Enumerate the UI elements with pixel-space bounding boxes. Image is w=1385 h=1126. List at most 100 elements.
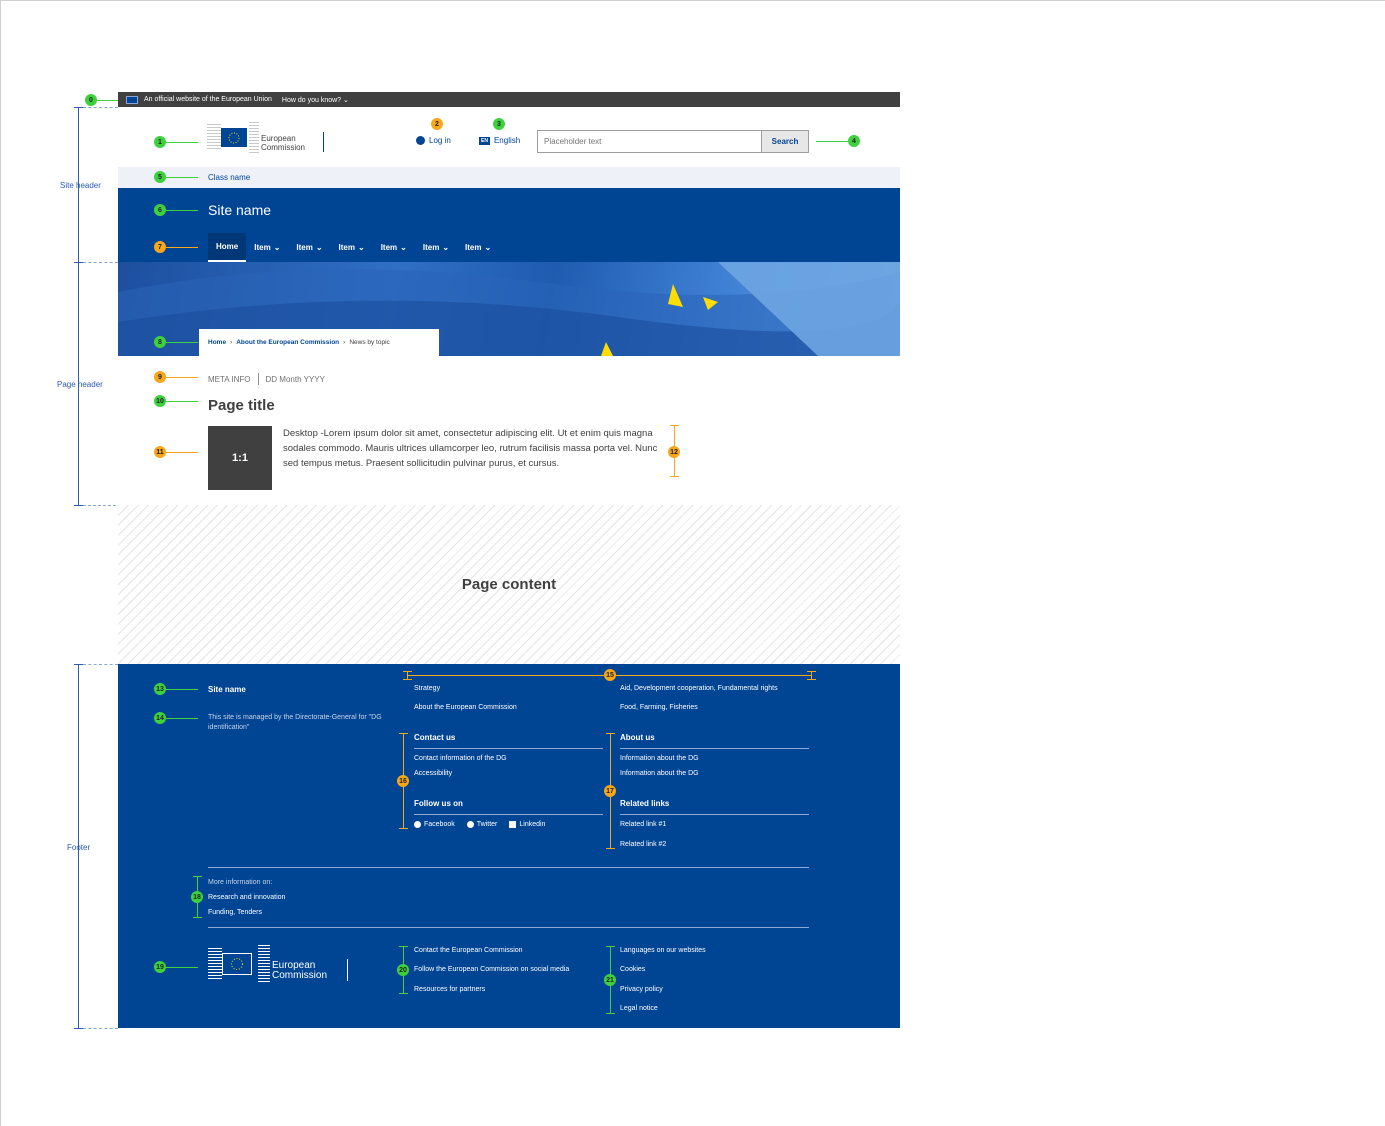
contact-us-rule bbox=[414, 748, 603, 749]
facebook-label: Facebook bbox=[424, 821, 455, 828]
related-link-2[interactable]: Related link #2 bbox=[620, 841, 666, 848]
page-thumbnail: 1:1 bbox=[208, 426, 272, 490]
follow-us-rule bbox=[414, 814, 603, 815]
nav-item-label: Item bbox=[422, 243, 440, 252]
nav-item-2[interactable]: Item ⌄ bbox=[288, 233, 330, 262]
eu-flag-icon bbox=[221, 128, 247, 147]
footer-bracket-bottom bbox=[74, 1028, 83, 1029]
footer-link-aid[interactable]: Aid, Development cooperation, Fundamenta… bbox=[620, 685, 778, 692]
nav-item-home[interactable]: Home bbox=[208, 233, 247, 262]
page-header-label: Page header bbox=[57, 380, 103, 389]
nav-item-4[interactable]: Item ⌄ bbox=[373, 233, 415, 262]
annotation-marker-2: 2 bbox=[431, 118, 443, 130]
ec-logo[interactable]: European Commission bbox=[207, 122, 327, 154]
annotation-marker-3: 3 bbox=[493, 118, 505, 130]
search-input[interactable] bbox=[538, 131, 761, 152]
footer-logo-stripes-right bbox=[258, 945, 270, 983]
logo-divider bbox=[323, 132, 324, 152]
breadcrumb-about[interactable]: About the European Commission bbox=[236, 339, 339, 346]
footer-logo-divider bbox=[347, 959, 348, 981]
linkedin-icon bbox=[509, 821, 517, 828]
nav-item-6[interactable]: Item ⌄ bbox=[457, 233, 499, 262]
annotation-leader-5 bbox=[166, 177, 198, 178]
footer-site-name[interactable]: Site name bbox=[208, 685, 246, 694]
footer-link-strategy[interactable]: Strategy bbox=[414, 685, 440, 692]
about-link-2[interactable]: Information about the DG bbox=[620, 770, 699, 777]
chevron-down-icon: ⌄ bbox=[315, 243, 323, 252]
bottom-link-privacy[interactable]: Privacy policy bbox=[620, 986, 663, 993]
chevron-down-icon: ⌄ bbox=[484, 243, 492, 252]
bottom-link-resources[interactable]: Resources for partners bbox=[414, 986, 485, 993]
logo-stripes-left bbox=[207, 124, 221, 151]
related-link-1[interactable]: Related link #1 bbox=[620, 821, 666, 828]
breadcrumb-separator-icon: › bbox=[343, 339, 346, 346]
class-name-label: Class name bbox=[208, 173, 251, 182]
language-selector[interactable]: EN English bbox=[479, 136, 520, 145]
annotation-marker-0: 0 bbox=[85, 94, 97, 106]
bottom-link-follow-ec[interactable]: Follow the European Commission on social… bbox=[414, 966, 569, 973]
annotation-marker-14: 14 bbox=[154, 712, 166, 724]
logo-line-commission: Commission bbox=[261, 143, 306, 152]
nav-item-label: Item bbox=[338, 243, 355, 252]
more-info-label: More information on: bbox=[208, 879, 273, 886]
nav-item-label: Item bbox=[254, 243, 271, 252]
bottom-link-cookies[interactable]: Cookies bbox=[620, 966, 645, 973]
main-navigation: Home Item ⌄ Item ⌄ Item ⌄ Item ⌄ Item ⌄ Item ⌄ bbox=[208, 233, 499, 262]
nav-home-label: Home bbox=[216, 242, 239, 251]
social-twitter[interactable]: Twitter bbox=[466, 821, 497, 828]
footer-bracket-top bbox=[74, 664, 83, 665]
about-link-1[interactable]: Information about the DG bbox=[620, 755, 699, 762]
eu-stars-icon bbox=[228, 132, 240, 143]
nav-item-3[interactable]: Item ⌄ bbox=[331, 233, 373, 262]
annotation-marker-17: 17 bbox=[604, 785, 616, 797]
site-header-label: Site header bbox=[60, 181, 101, 190]
annotation-leader-6 bbox=[166, 210, 198, 211]
login-link[interactable]: Log in bbox=[416, 136, 451, 145]
page-header-bracket-bottom bbox=[74, 505, 83, 506]
language-label: English bbox=[493, 136, 521, 145]
annotation-marker-20: 20 bbox=[397, 964, 409, 976]
social-linkedin[interactable]: Linkedin bbox=[509, 821, 545, 828]
nav-item-5[interactable]: Item ⌄ bbox=[415, 233, 457, 262]
divider-footer-bottom bbox=[83, 1028, 118, 1029]
footer-logo-stripes-left bbox=[208, 948, 222, 980]
nav-item-1[interactable]: Item ⌄ bbox=[246, 233, 288, 262]
bottom-link-languages[interactable]: Languages on our websites bbox=[620, 947, 706, 954]
more-info-funding[interactable]: Funding, Tenders bbox=[208, 909, 262, 916]
social-facebook[interactable]: Facebook bbox=[414, 821, 455, 828]
page-header-bracket-top bbox=[74, 262, 83, 263]
chevron-down-icon: ⌄ bbox=[400, 243, 407, 252]
logo-wordmark: European Commission bbox=[261, 134, 305, 152]
site-name[interactable]: Site name bbox=[208, 202, 271, 218]
annotation-marker-5: 5 bbox=[154, 171, 166, 183]
social-links: Facebook Twitter Linkedin bbox=[414, 821, 545, 828]
eu-flag-icon bbox=[126, 95, 138, 104]
annotation-marker-15: 15 bbox=[604, 669, 616, 681]
annotation-leader-9 bbox=[166, 377, 198, 378]
nav-item-label: Item bbox=[465, 243, 482, 252]
breadcrumb-home[interactable]: Home bbox=[208, 339, 226, 346]
page-title: Page title bbox=[208, 397, 275, 414]
footer-link-about-ec[interactable]: About the European Commission bbox=[414, 704, 517, 711]
contact-link-dg[interactable]: Contact information of the DG bbox=[414, 755, 507, 762]
eu-flag-icon bbox=[222, 953, 252, 975]
login-label: Log in bbox=[429, 136, 451, 145]
page-content-label: Page content bbox=[461, 576, 557, 593]
how-do-you-know-label: How do you know? bbox=[281, 96, 342, 104]
bottom-link-legal[interactable]: Legal notice bbox=[620, 1005, 658, 1012]
site-header-bracket-top bbox=[74, 107, 83, 108]
bottom-link-contact-ec[interactable]: Contact the European Commission bbox=[414, 947, 523, 954]
search-button[interactable]: Search bbox=[761, 131, 808, 152]
chevron-down-icon: ⌄ bbox=[358, 243, 365, 252]
footer-ec-logo[interactable]: European Commission bbox=[208, 945, 353, 983]
annotation-marker-18: 18 bbox=[191, 891, 203, 903]
footer-link-food[interactable]: Food, Farming, Fisheries bbox=[620, 704, 698, 711]
breadcrumb-separator-icon: › bbox=[230, 339, 233, 346]
annotation-leader-13 bbox=[166, 689, 198, 690]
nav-item-label: Item bbox=[380, 243, 398, 252]
how-do-you-know-link[interactable]: How do you know? ⌄ bbox=[282, 96, 349, 104]
contact-link-accessibility[interactable]: Accessibility bbox=[414, 770, 452, 777]
more-info-research[interactable]: Research and innovation bbox=[208, 894, 285, 901]
user-icon bbox=[416, 136, 425, 145]
meta-info: META INFO bbox=[208, 375, 251, 384]
